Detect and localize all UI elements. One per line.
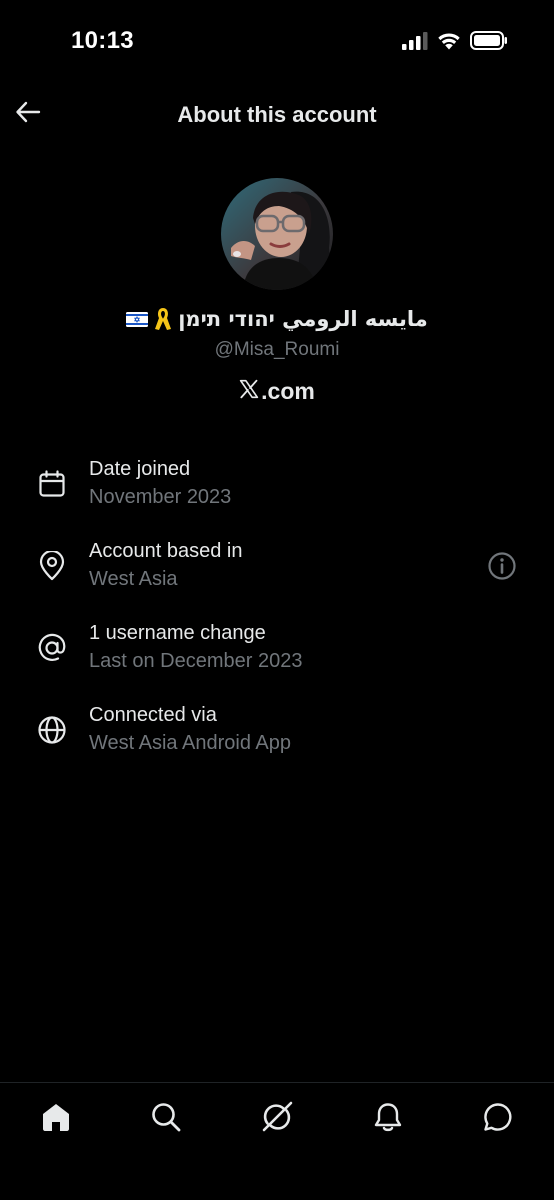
messages-icon bbox=[482, 1101, 514, 1138]
page-title: About this account bbox=[177, 102, 377, 127]
search-icon bbox=[150, 1101, 182, 1138]
nav-grok[interactable] bbox=[257, 1099, 297, 1139]
calendar-icon bbox=[36, 468, 68, 500]
nav-notifications[interactable] bbox=[368, 1099, 408, 1139]
account-based-in-row: Account based in West Asia bbox=[0, 532, 554, 614]
x-logo-icon bbox=[239, 378, 259, 405]
status-icons bbox=[402, 31, 508, 55]
account-info-list: Date joined November 2023 Account based … bbox=[0, 450, 554, 778]
connected-via-row: Connected via West Asia Android App bbox=[0, 696, 554, 778]
display-name: مايسه الرومي יהודי תימן bbox=[178, 307, 428, 331]
at-sign-icon bbox=[36, 632, 68, 664]
nav-messages[interactable] bbox=[478, 1099, 518, 1139]
battery-icon bbox=[470, 31, 508, 55]
platform-suffix: .com bbox=[261, 378, 315, 404]
date-joined-row: Date joined November 2023 bbox=[0, 450, 554, 532]
info-circle-icon bbox=[487, 551, 517, 586]
grok-icon bbox=[260, 1100, 294, 1139]
location-pin-icon bbox=[36, 550, 68, 582]
avatar[interactable] bbox=[221, 178, 333, 290]
status-time: 10:13 bbox=[71, 27, 134, 54]
wifi-icon bbox=[437, 32, 461, 55]
notifications-icon bbox=[372, 1101, 404, 1138]
info-title: Date joined bbox=[89, 458, 191, 480]
about-account-screen: 10:13 About this account مايسه الرومي יה… bbox=[0, 0, 554, 1200]
nav-search[interactable] bbox=[146, 1099, 186, 1139]
home-icon bbox=[40, 1101, 72, 1138]
israel-flag-icon bbox=[126, 311, 149, 327]
handle: @Misa_Roumi bbox=[214, 339, 340, 360]
header: About this account bbox=[0, 90, 554, 140]
info-subtitle: West Asia bbox=[89, 568, 178, 590]
nav-home[interactable] bbox=[36, 1099, 76, 1139]
username-change-row: 1 username change Last on December 2023 bbox=[0, 614, 554, 696]
display-name-row: مايسه الرومي יהודי תימן bbox=[0, 306, 554, 332]
account-location-info-button[interactable] bbox=[486, 551, 518, 586]
bottom-nav bbox=[0, 1082, 554, 1200]
info-subtitle: West Asia Android App bbox=[89, 732, 291, 754]
info-title: 1 username change bbox=[89, 622, 266, 644]
info-subtitle: Last on December 2023 bbox=[89, 650, 303, 672]
platform-label: .com bbox=[0, 378, 554, 405]
yellow-ribbon-icon bbox=[154, 306, 172, 332]
cellular-signal-icon bbox=[402, 31, 428, 55]
status-bar: 10:13 bbox=[0, 0, 554, 80]
info-subtitle: November 2023 bbox=[89, 486, 232, 508]
info-title: Connected via bbox=[89, 704, 217, 726]
globe-icon bbox=[36, 714, 68, 746]
info-title: Account based in bbox=[89, 540, 243, 562]
